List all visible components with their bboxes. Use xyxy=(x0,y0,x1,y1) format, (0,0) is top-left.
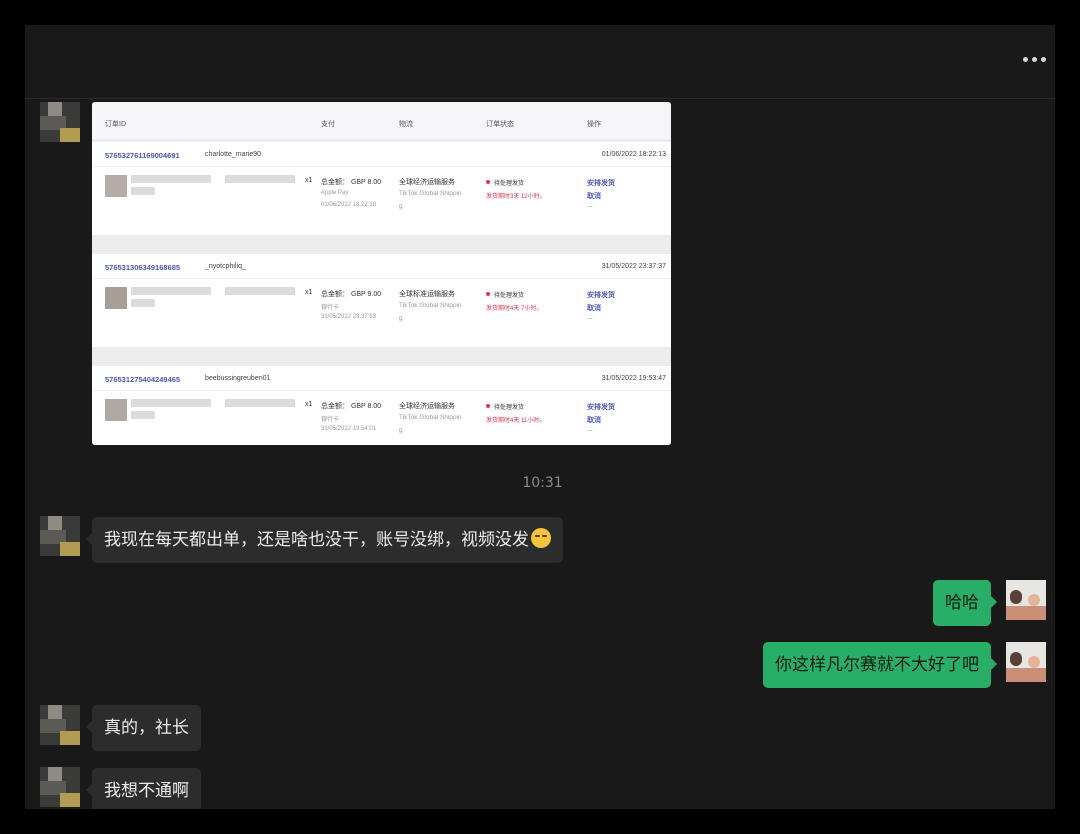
total-amount: 总金额： GBP 8.00 xyxy=(321,179,382,186)
column-payment: 支付 xyxy=(321,121,335,128)
buyer-name: charlotte_marie90 xyxy=(205,151,262,158)
payment-method: Apple Pay xyxy=(321,190,349,196)
column-logistics: 物流 xyxy=(399,121,413,128)
message-text: 你这样凡尔赛就不大好了吧 xyxy=(775,655,979,675)
contact-avatar[interactable] xyxy=(40,516,80,556)
order-table-header: 订单ID 支付 物流 订单状态 操作 xyxy=(92,102,671,139)
more-link: ... xyxy=(587,426,593,433)
my-avatar[interactable] xyxy=(1006,580,1046,620)
carrier: TikTok Global Shippin xyxy=(399,190,462,197)
order-id: 576531275404249465 xyxy=(105,375,181,384)
shipping-deadline: 发货期时4天 7小时。 xyxy=(486,306,543,312)
quantity: x1 xyxy=(305,401,313,408)
more-link: ... xyxy=(587,202,593,209)
total-amount: 总金额： GBP 8.00 xyxy=(321,403,382,410)
product-blurred xyxy=(105,175,295,199)
message-text: 真的，社长 xyxy=(104,718,189,738)
buyer-name: beebussingreuben01 xyxy=(205,375,271,382)
order-date: 01/06/2022 18:22:13 xyxy=(601,151,666,158)
carrier: TikTok Global Shippin xyxy=(399,414,462,421)
chat-header xyxy=(25,25,1055,99)
payment-method: 银行卡 xyxy=(321,305,340,311)
message-text: 我想不通啊 xyxy=(104,781,189,801)
payment-time: 31/05/2022 23:37:53 xyxy=(321,314,377,320)
order-row: 576531306349168685 _nyotcphiliq_ 31/05/2… xyxy=(92,254,671,347)
carrier: TikTok Global Shippin xyxy=(399,302,462,309)
column-order-id: 订单ID xyxy=(105,121,126,128)
arrange-shipment-link: 安排发货 xyxy=(587,180,615,187)
logistics-service: 全球经济运输服务 xyxy=(399,403,455,410)
order-id: 576532761169004691 xyxy=(105,151,180,160)
contact-avatar[interactable] xyxy=(40,102,80,142)
carrier-tail: g xyxy=(399,427,403,434)
cancel-link: 取消 xyxy=(587,417,601,424)
contact-avatar[interactable] xyxy=(40,705,80,745)
message-bubble[interactable]: 真的，社长 xyxy=(86,705,201,751)
column-status: 订单状态 xyxy=(486,121,514,128)
laughing-crying-emoji-icon xyxy=(531,528,551,548)
carrier-tail: g xyxy=(399,203,403,210)
order-status: 待处理发货 xyxy=(486,178,524,187)
logistics-service: 全球标准运输服务 xyxy=(399,291,455,298)
column-action: 操作 xyxy=(587,121,601,128)
order-status: 待处理发货 xyxy=(486,290,524,299)
arrange-shipment-link: 安排发货 xyxy=(587,404,615,411)
buyer-name: _nyotcphiliq_ xyxy=(205,263,246,270)
message-bubble[interactable]: 哈哈 xyxy=(933,580,997,626)
shipping-deadline: 发货期时4天 11小时。 xyxy=(486,418,546,424)
carrier-tail: g xyxy=(399,315,403,322)
chat-window: 订单ID 支付 物流 订单状态 操作 576532761169004691 ch… xyxy=(25,25,1055,809)
payment-method: 银行卡 xyxy=(321,417,340,423)
total-amount: 总金额： GBP 9.00 xyxy=(321,291,382,298)
cancel-link: 取消 xyxy=(587,193,601,200)
logistics-service: 全球经济运输服务 xyxy=(399,179,455,186)
quantity: x1 xyxy=(305,177,313,184)
my-avatar[interactable] xyxy=(1006,642,1046,682)
message-timestamp: 10:31 xyxy=(522,475,563,491)
product-blurred xyxy=(105,399,295,423)
contact-avatar[interactable] xyxy=(40,767,80,807)
product-blurred xyxy=(105,287,295,311)
shipping-deadline: 发货期时3天 12小时。 xyxy=(486,194,546,200)
order-date: 31/05/2022 19:53:47 xyxy=(601,375,666,382)
more-options-icon[interactable] xyxy=(1023,55,1047,65)
order-row: 576531275404249465 beebussingreuben01 31… xyxy=(92,366,671,445)
order-id: 576531306349168685 xyxy=(105,263,181,272)
more-link: ... xyxy=(587,314,593,321)
payment-time: 01/06/2022 18:22:18 xyxy=(321,202,377,208)
message-bubble[interactable]: 我想不通啊 xyxy=(86,768,201,809)
message-bubble[interactable]: 我现在每天都出单，还是啥也没干，账号没绑，视频没发 xyxy=(86,517,563,563)
order-row: 576532761169004691 charlotte_marie90 01/… xyxy=(92,142,671,235)
message-text: 我现在每天都出单，还是啥也没干，账号没绑，视频没发 xyxy=(104,530,529,550)
cancel-link: 取消 xyxy=(587,305,601,312)
message-text: 哈哈 xyxy=(945,593,979,613)
quantity: x1 xyxy=(305,289,313,296)
arrange-shipment-link: 安排发货 xyxy=(587,292,615,299)
message-bubble[interactable]: 你这样凡尔赛就不大好了吧 xyxy=(763,642,997,688)
order-status: 待处理发货 xyxy=(486,402,524,411)
shared-screenshot-image[interactable]: 订单ID 支付 物流 订单状态 操作 576532761169004691 ch… xyxy=(92,102,671,445)
payment-time: 31/05/2022 19:54:01 xyxy=(321,426,377,432)
order-date: 31/05/2022 23:37:37 xyxy=(601,263,666,270)
